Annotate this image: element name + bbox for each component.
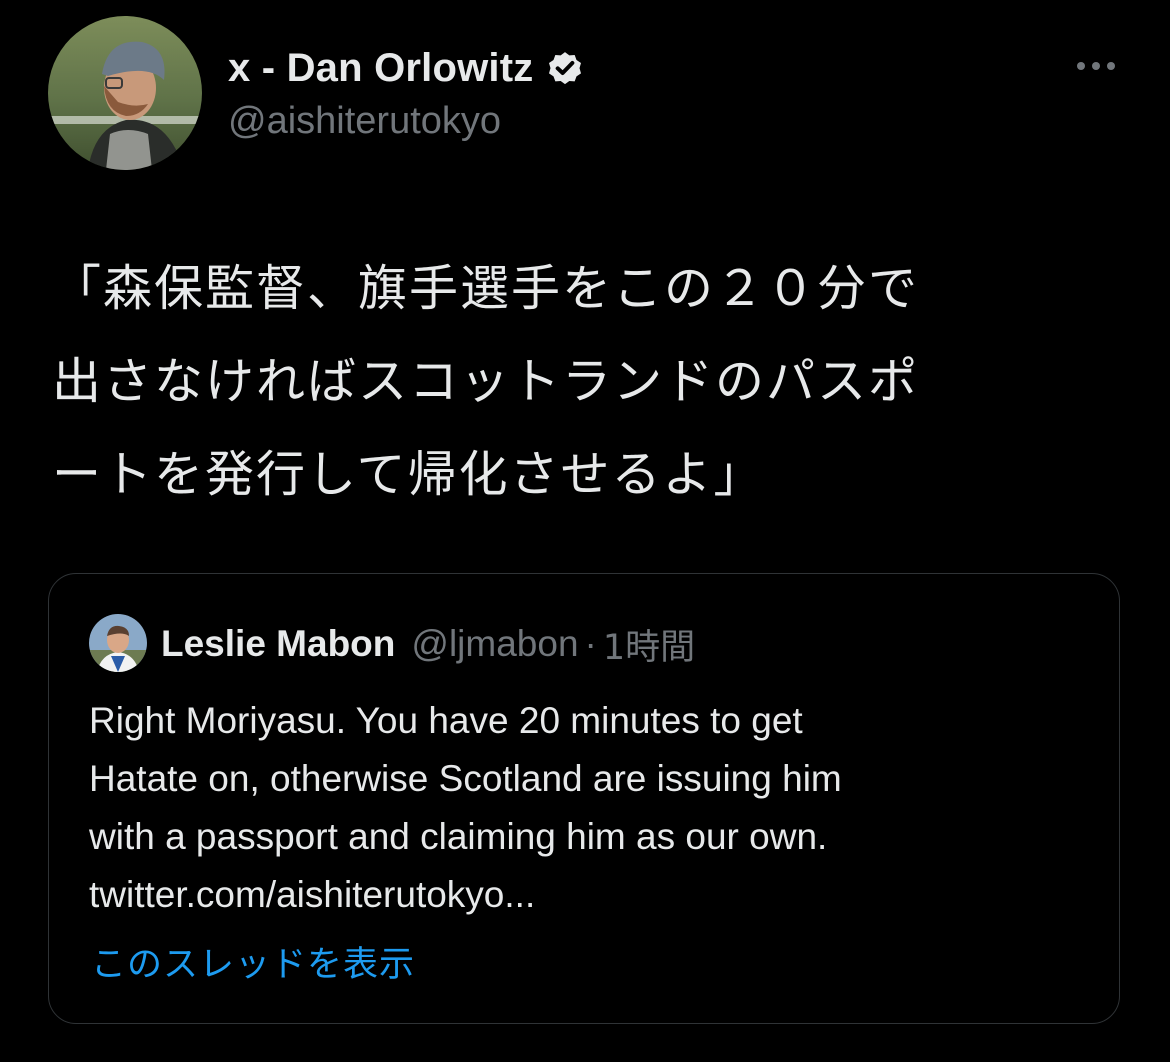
show-thread-link[interactable]: このスレッドを表示 — [91, 936, 415, 987]
quoted-header: Leslie Mabon @ljmabon · 1時間 — [161, 618, 695, 670]
tweet: x - Dan Orlowitz @aishiterutokyo 「森保監督、旗… — [0, 0, 1170, 1062]
quoted-tweet-card[interactable]: Leslie Mabon @ljmabon · 1時間 Right Moriya… — [48, 573, 1120, 1024]
tweet-text: 「森保監督、旗手選手をこの２０分で 出さなければスコットランドのパスポ ートを発… — [52, 242, 1122, 521]
author-handle[interactable]: @aishiterutokyo — [228, 100, 501, 143]
tweet-text-line: 出さなければスコットランドのパスポ — [52, 353, 920, 410]
quoted-text-line: Right Moriyasu. You have 20 minutes to g… — [89, 700, 803, 741]
quoted-author-avatar[interactable] — [89, 614, 147, 672]
author-avatar[interactable] — [48, 16, 202, 170]
quoted-avatar-photo — [89, 614, 147, 672]
separator-dot: · — [584, 623, 597, 664]
quoted-text-line: Hatate on, otherwise Scotland are issuin… — [89, 758, 842, 799]
tweet-text-line: 「森保監督、旗手選手をこの２０分で — [52, 260, 920, 317]
quoted-handle[interactable]: @ljmabon — [411, 623, 578, 665]
quoted-display-name[interactable]: Leslie Mabon — [161, 623, 395, 665]
author-name-row: x - Dan Orlowitz — [228, 44, 585, 92]
quoted-timestamp[interactable]: 1時間 — [603, 619, 695, 670]
quoted-text-line: with a passport and claiming him as our … — [89, 816, 828, 857]
author-display-name[interactable]: x - Dan Orlowitz — [228, 46, 533, 91]
more-options-icon[interactable] — [1074, 54, 1118, 78]
quoted-text: Right Moriyasu. You have 20 minutes to g… — [89, 692, 1099, 924]
verified-badge-icon — [545, 48, 585, 88]
tweet-text-line: ートを発行して帰化させるよ」 — [52, 446, 765, 503]
quoted-text-link[interactable]: twitter.com/aishiterutokyo... — [89, 866, 1099, 924]
avatar-photo — [48, 16, 202, 170]
